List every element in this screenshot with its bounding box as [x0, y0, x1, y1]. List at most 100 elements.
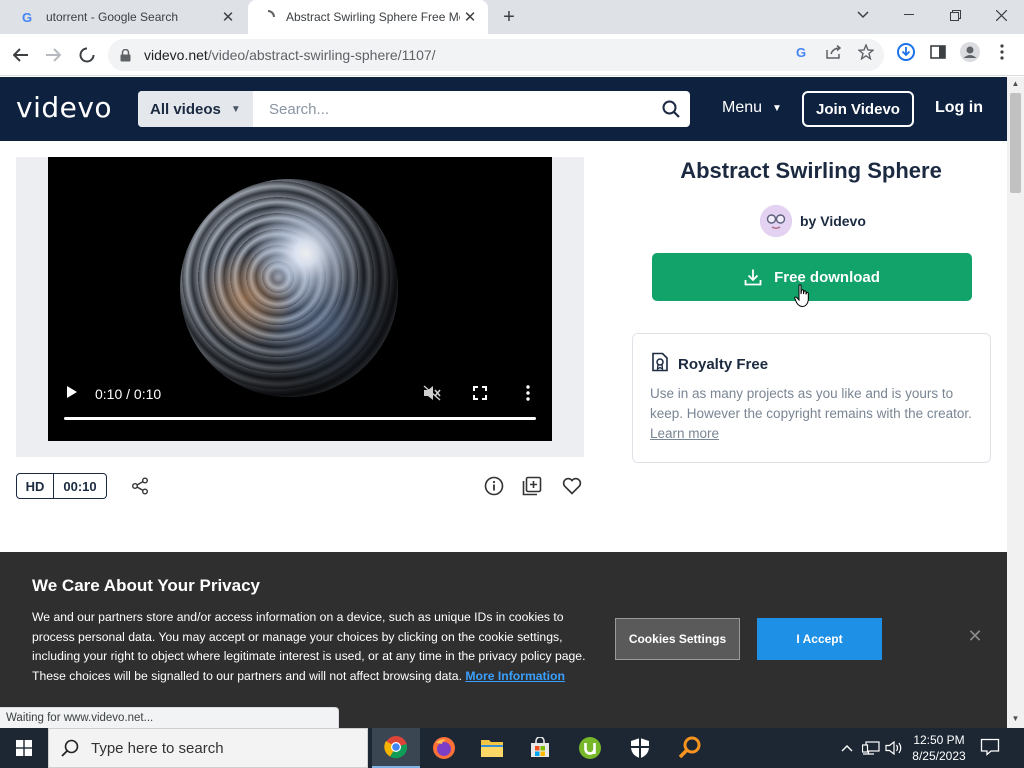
forward-arrow-icon[interactable] — [40, 42, 66, 68]
tab-close-icon[interactable]: ✕ — [460, 7, 480, 27]
search-input[interactable] — [253, 91, 652, 127]
stop-loading-icon[interactable] — [74, 42, 100, 68]
site-header: videvo All videos ▼ Menu ▼ Join Videvo L… — [0, 77, 1007, 141]
side-panel-icon[interactable] — [928, 42, 948, 62]
author-prefix: by — [800, 213, 817, 229]
security-shield-taskbar-icon[interactable] — [616, 728, 664, 768]
bookmark-star-icon[interactable] — [856, 42, 876, 62]
more-information-link[interactable]: More Information — [465, 669, 565, 683]
taskbar-search-box[interactable]: Type here to search — [48, 728, 368, 768]
duration-badge: 00:10 — [54, 473, 107, 499]
windows-start-icon[interactable] — [0, 728, 48, 768]
video-more-options-icon[interactable] — [518, 383, 538, 403]
address-bar[interactable]: videvo.net/video/abstract-swirling-spher… — [108, 39, 884, 71]
chevron-up-icon[interactable] — [838, 728, 856, 768]
learn-more-link[interactable]: Learn more — [650, 426, 719, 441]
browser-toolbar: videvo.net/video/abstract-swirling-spher… — [0, 34, 1024, 76]
utorrent-taskbar-icon[interactable] — [566, 728, 614, 768]
search-category-label: All videos — [150, 100, 221, 118]
volume-icon[interactable] — [884, 728, 904, 768]
royalty-free-description: Use in as many projects as you like and … — [650, 384, 975, 444]
video-controls-overlay — [48, 371, 552, 441]
file-explorer-taskbar-icon[interactable] — [468, 728, 516, 768]
download-icon — [744, 268, 762, 286]
firefox-taskbar-icon[interactable] — [420, 728, 468, 768]
restore-icon[interactable] — [932, 0, 978, 30]
add-to-collection-icon[interactable] — [520, 474, 544, 498]
menu-label: Menu — [722, 99, 763, 116]
fullscreen-icon[interactable] — [470, 383, 490, 403]
tab-title: utorrent - Google Search — [46, 10, 179, 24]
author-info[interactable]: by Videvo — [760, 205, 866, 237]
lock-icon[interactable] — [120, 48, 134, 62]
share-icon[interactable] — [128, 474, 152, 498]
video-meta-badges: HD 00:10 — [16, 473, 107, 499]
url-path: /video/abstract-swirling-sphere/1107/ — [207, 47, 436, 63]
author-avatar[interactable] — [760, 205, 792, 237]
info-icon[interactable] — [482, 474, 506, 498]
loading-spinner-icon — [260, 9, 276, 25]
tab-search-chevron-icon[interactable] — [840, 0, 886, 30]
minimize-icon[interactable] — [886, 0, 932, 30]
search-category-select[interactable]: All videos ▼ — [138, 91, 253, 127]
download-label: Free download — [774, 268, 880, 286]
scroll-down-arrow-icon[interactable]: ▼ — [1007, 714, 1024, 726]
cookies-settings-button[interactable]: Cookies Settings — [615, 618, 740, 660]
close-icon[interactable]: ✕ — [966, 626, 984, 646]
search-icon[interactable] — [652, 91, 690, 127]
windows-taskbar: Type here to search 12:50 PM 8/25/2023 — [0, 728, 1024, 768]
license-text: Use in as many projects as you like and … — [650, 386, 972, 421]
scroll-thumb[interactable] — [1010, 93, 1021, 193]
microsoft-store-taskbar-icon[interactable] — [516, 728, 564, 768]
join-videvo-button[interactable]: Join Videvo — [802, 91, 914, 127]
browser-status-bubble: Waiting for www.videvo.net... — [0, 707, 339, 728]
videvo-logo[interactable]: videvo — [16, 91, 112, 124]
chevron-down-icon: ▼ — [230, 103, 241, 115]
video-player[interactable]: 0:10 / 0:10 — [48, 157, 552, 441]
network-icon[interactable] — [861, 728, 881, 768]
svg-text:G: G — [796, 45, 806, 59]
mute-icon[interactable] — [422, 383, 442, 403]
license-icon — [651, 352, 669, 377]
google-g-icon: G — [20, 9, 36, 25]
heart-icon[interactable] — [560, 474, 584, 498]
video-progress-bar[interactable] — [64, 417, 536, 420]
tab-google-search[interactable]: G utorrent - Google Search ✕ — [8, 0, 246, 34]
video-thumbnail-sphere — [180, 179, 398, 397]
search-bar: All videos ▼ — [138, 91, 690, 127]
taskbar-clock[interactable]: 12:50 PM 8/25/2023 — [904, 732, 974, 764]
cookie-banner-title: We Care About Your Privacy — [32, 576, 260, 595]
profile-avatar-icon[interactable] — [960, 42, 980, 62]
video-time: 0:10 / 0:10 — [95, 386, 162, 402]
search-icon — [61, 739, 79, 757]
hand-cursor-icon — [794, 284, 812, 308]
tab-videvo[interactable]: Abstract Swirling Sphere Free Mo ✕ — [248, 0, 488, 34]
scroll-up-arrow-icon[interactable]: ▲ — [1007, 79, 1024, 91]
play-icon[interactable] — [66, 385, 80, 401]
browser-tab-bar: G utorrent - Google Search ✕ Abstract Sw… — [0, 0, 1024, 34]
clock-date: 8/25/2023 — [912, 749, 966, 763]
royalty-header: Royalty Free — [651, 352, 768, 377]
login-link[interactable]: Log in — [935, 99, 983, 117]
accept-cookies-button[interactable]: I Accept — [757, 618, 882, 660]
close-window-icon[interactable] — [978, 0, 1024, 30]
tab-close-icon[interactable]: ✕ — [218, 7, 238, 27]
royalty-free-title: Royalty Free — [678, 356, 769, 373]
new-tab-icon[interactable]: + — [498, 6, 520, 28]
author-name[interactable]: by Videvo — [800, 213, 866, 229]
author-label: Videvo — [820, 213, 866, 229]
search-app-taskbar-icon[interactable] — [666, 728, 714, 768]
google-lens-icon[interactable]: G — [792, 42, 812, 62]
downloads-icon[interactable] — [896, 42, 916, 62]
free-download-button[interactable]: Free download — [652, 253, 972, 301]
menu-dropdown[interactable]: Menu ▼ — [722, 99, 782, 117]
chrome-taskbar-icon[interactable] — [372, 728, 420, 768]
page-scrollbar[interactable]: ▲ ▼ — [1007, 77, 1024, 728]
back-arrow-icon[interactable] — [8, 42, 34, 68]
svg-text:G: G — [22, 10, 32, 24]
taskbar-search-placeholder: Type here to search — [91, 739, 224, 757]
cookie-consent-banner: We Care About Your Privacy We and our pa… — [0, 552, 1007, 728]
share-icon[interactable] — [824, 42, 844, 62]
kebab-menu-icon[interactable] — [992, 42, 1012, 62]
notification-icon[interactable] — [980, 738, 1002, 758]
